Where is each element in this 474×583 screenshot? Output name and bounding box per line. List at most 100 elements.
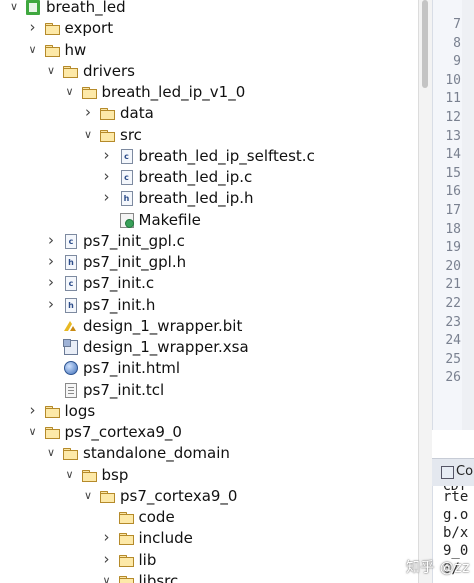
- tree-item[interactable]: › h breath_led_ip.h: [0, 188, 418, 209]
- xsa-file-icon: [63, 339, 79, 355]
- tree-item[interactable]: › h ps7_init.h: [0, 295, 418, 316]
- tree-item[interactable]: ∨ ps7_cortexa9_0: [0, 422, 418, 443]
- tree-item-label: ps7_cortexa9_0: [120, 486, 238, 505]
- chevron-down-icon[interactable]: ∨: [45, 445, 57, 461]
- line-number: 9: [453, 54, 461, 70]
- tree-item-label: ps7_init_gpl.c: [83, 231, 185, 250]
- folder-icon: [100, 128, 116, 143]
- folder-icon: [118, 510, 135, 525]
- tree-item[interactable]: › data: [0, 103, 418, 124]
- chevron-right-icon[interactable]: ›: [45, 275, 57, 291]
- chevron-right-icon[interactable]: ›: [45, 296, 57, 313]
- chevron-right-icon[interactable]: ›: [45, 232, 57, 249]
- tree-item-label: breath_led: [46, 0, 126, 16]
- tree-item[interactable]: › c ps7_init_gpl.c: [0, 231, 418, 252]
- tree-item-label: breath_led_ip.h: [138, 189, 254, 208]
- tree-item[interactable]: ps7_init.html: [0, 358, 418, 379]
- line-number: 22: [445, 296, 461, 311]
- console-line: rte: [443, 489, 469, 505]
- scrollbar-thumb[interactable]: [422, 0, 428, 88]
- line-number: 13: [445, 128, 461, 144]
- bitstream-icon: [63, 319, 79, 334]
- tree-item[interactable]: › logs: [0, 401, 418, 422]
- tree-item-label: libsrc: [138, 571, 179, 583]
- c-file-icon: c: [119, 148, 135, 164]
- tree-item[interactable]: ∨ breath_led_ip_v1_0: [0, 82, 418, 103]
- globe-icon: [63, 361, 79, 376]
- chevron-right-icon[interactable]: ›: [101, 169, 113, 185]
- chevron-right-icon[interactable]: ›: [82, 105, 94, 121]
- tree-item[interactable]: ∨ ps7_cortexa9_0: [0, 486, 418, 507]
- chevron-right-icon[interactable]: ›: [101, 530, 113, 546]
- tree-item[interactable]: › lib: [0, 550, 418, 571]
- line-number: 15: [445, 165, 461, 181]
- chevron-down-icon[interactable]: ∨: [82, 488, 94, 504]
- folder-icon: [63, 64, 79, 79]
- chevron-down-icon[interactable]: ∨: [27, 424, 39, 440]
- tree-item[interactable]: ∨ bsp: [0, 465, 418, 486]
- tree-item[interactable]: ∨ hw: [0, 40, 418, 61]
- chevron-down-icon[interactable]: ∨: [101, 573, 113, 583]
- chevron-right-icon[interactable]: ›: [27, 20, 39, 36]
- chevron-down-icon[interactable]: ∨: [45, 63, 57, 79]
- tree-item[interactable]: ∨ libsrc: [0, 571, 418, 583]
- line-number: 23: [445, 314, 461, 330]
- tree-item[interactable]: › include: [0, 528, 418, 549]
- line-number: 12: [445, 110, 461, 125]
- tree-item[interactable]: › export: [0, 18, 418, 39]
- tree-item-label: ps7_init.html: [83, 359, 181, 378]
- tree-item[interactable]: › c breath_led_ip_selftest.c: [0, 146, 418, 167]
- line-number: 8: [453, 35, 461, 51]
- chevron-down-icon[interactable]: ∨: [64, 84, 76, 100]
- h-file-icon: h: [63, 255, 79, 270]
- chevron-right-icon[interactable]: ›: [101, 551, 113, 568]
- tree-item[interactable]: ∨ drivers: [0, 61, 418, 82]
- line-number: 7: [453, 17, 461, 32]
- line-number: 16: [445, 184, 461, 200]
- chevron-right-icon[interactable]: ›: [45, 254, 57, 270]
- tree-item[interactable]: design_1_wrapper.xsa: [0, 337, 418, 358]
- tree-item-label: standalone_domain: [83, 444, 230, 463]
- tree-item-label: ps7_init_gpl.h: [83, 253, 187, 271]
- tree-item[interactable]: ∨ breath_led: [0, 0, 418, 18]
- tree-item-label: src: [120, 125, 142, 144]
- console-tab[interactable]: Co: [432, 458, 474, 488]
- folder-icon: [118, 531, 135, 546]
- c-file-icon: c: [63, 233, 79, 249]
- chevron-right-icon[interactable]: ›: [27, 402, 39, 419]
- tree-item[interactable]: ps7_init.tcl: [0, 380, 418, 401]
- makefile-icon: [119, 212, 135, 228]
- chevron-down-icon[interactable]: ∨: [27, 42, 39, 58]
- console-icon: [441, 466, 454, 479]
- chevron-down-icon[interactable]: ∨: [8, 0, 20, 15]
- tree-vertical-scrollbar[interactable]: [418, 0, 432, 583]
- line-number: 10: [445, 72, 461, 88]
- tree-item[interactable]: code: [0, 507, 418, 528]
- chevron-right-icon[interactable]: ›: [101, 147, 113, 164]
- tree-item[interactable]: Makefile: [0, 210, 418, 231]
- tree-item[interactable]: ∨ src: [0, 125, 418, 146]
- chevron-down-icon[interactable]: ∨: [64, 467, 76, 483]
- chevron-right-icon[interactable]: ›: [101, 190, 113, 206]
- watermark-text: 知乎 @zz: [405, 560, 470, 576]
- line-number: 21: [445, 277, 461, 293]
- c-file-icon: c: [119, 170, 135, 185]
- chevron-down-icon[interactable]: ∨: [82, 127, 94, 143]
- tree-item-label: design_1_wrapper.bit: [83, 316, 243, 335]
- tree-item[interactable]: › c breath_led_ip.c: [0, 167, 418, 188]
- folder-icon: [44, 43, 61, 58]
- tree-item[interactable]: › c ps7_init.c: [0, 273, 418, 294]
- tree-item-label: breath_led_ip_selftest.c: [138, 146, 315, 165]
- console-line: b/x: [443, 525, 469, 541]
- line-number: 11: [445, 91, 461, 107]
- tree-item-label: ps7_init.c: [83, 274, 155, 293]
- folder-icon: [118, 553, 135, 568]
- tree-item[interactable]: › h ps7_init_gpl.h: [0, 252, 418, 273]
- tree-item[interactable]: ∨ standalone_domain: [0, 443, 418, 464]
- tcl-file-icon: [63, 382, 79, 398]
- project-explorer-tree: ∨ breath_led › export ∨ hw ∨ drivers ∨ breath_led…: [0, 0, 418, 583]
- tree-item-label: data: [120, 104, 154, 123]
- tree-item[interactable]: design_1_wrapper.bit: [0, 316, 418, 337]
- editor-vertical-scrollbar[interactable]: [462, 0, 474, 430]
- tree-item-label: ps7_init.h: [83, 295, 156, 314]
